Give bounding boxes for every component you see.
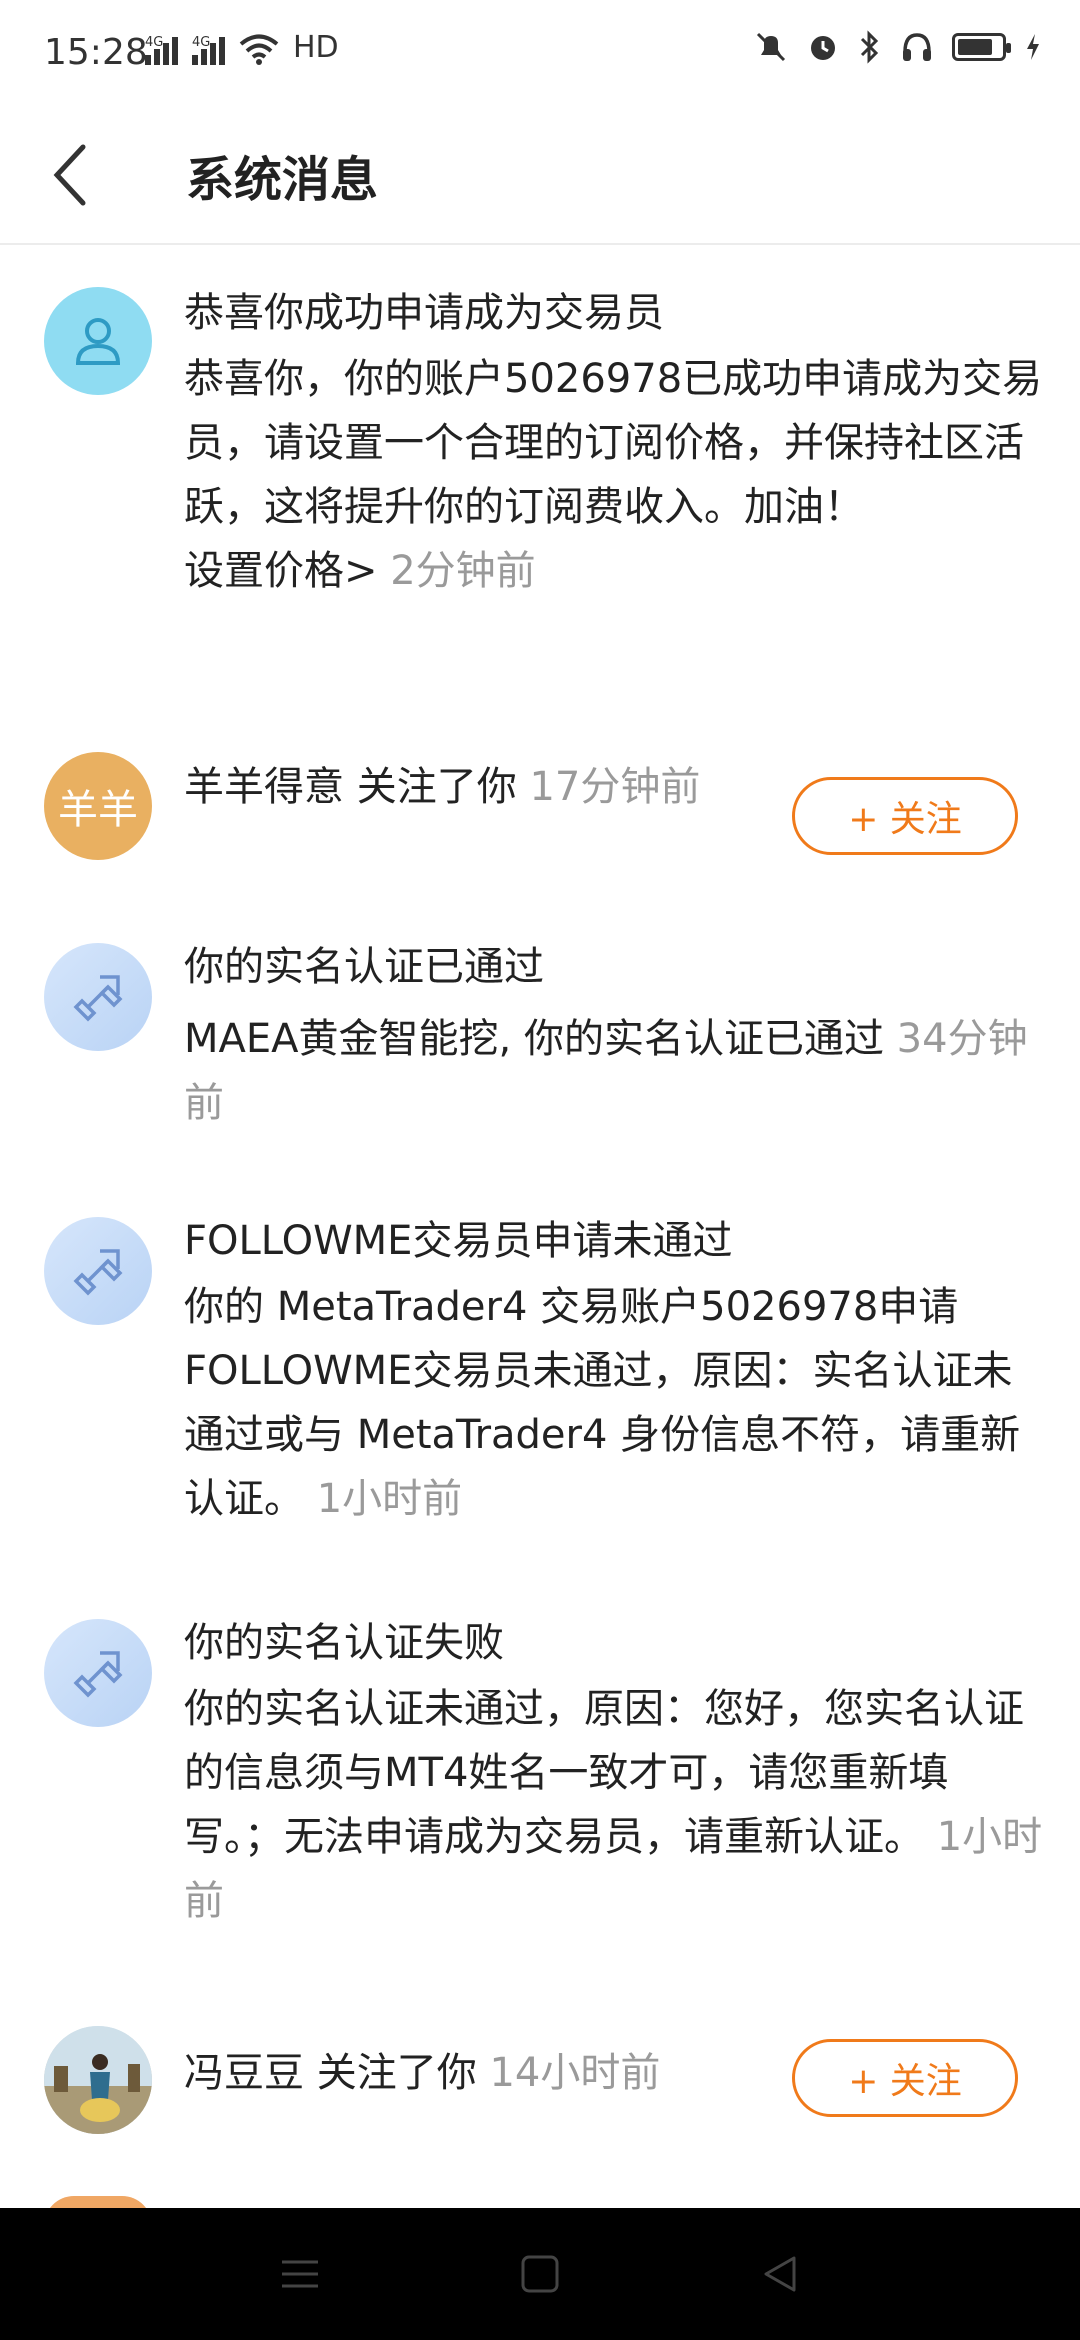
message-body: 你的 MetaTrader4 交易账户5026978申请FOLLOWME交易员未… bbox=[184, 1284, 1021, 1522]
hd-label: HD bbox=[293, 30, 339, 65]
alarm-icon bbox=[811, 36, 835, 60]
mute-icon bbox=[756, 32, 786, 62]
headphones-icon bbox=[903, 33, 931, 61]
status-bar: 15:28 4G 4G HD bbox=[0, 0, 1080, 110]
list-item[interactable]: 你的实名认证失败 你的实名认证未通过，原因：您好，您实名认证的信息须与MT4姓名… bbox=[0, 1619, 1080, 1924]
link-arrows-icon bbox=[73, 1249, 123, 1296]
avatar[interactable] bbox=[44, 2026, 152, 2134]
message-title: 你的实名认证失败 bbox=[184, 1620, 504, 1666]
message-body: 你的实名认证未通过，原因：您好，您实名认证的信息须与MT4姓名一致才可，请您重新… bbox=[184, 1686, 1024, 1860]
system-nav-bar bbox=[0, 2208, 1080, 2340]
avatar[interactable] bbox=[44, 943, 152, 1051]
message-time: 14小时前 bbox=[489, 2050, 661, 2096]
set-price-link[interactable]: 设置价格> bbox=[184, 548, 378, 594]
avatar[interactable] bbox=[44, 1619, 152, 1727]
list-item[interactable]: 羊羊 羊羊得意 关注了你 17分钟前 + 关注 bbox=[0, 747, 1080, 887]
link-arrows-icon bbox=[73, 1651, 123, 1698]
back-nav-button[interactable] bbox=[740, 2234, 820, 2314]
follow-button[interactable]: + 关注 bbox=[792, 2039, 1018, 2117]
chevron-left-icon bbox=[53, 144, 86, 206]
app-header: 系统消息 bbox=[0, 110, 1080, 245]
avatar[interactable] bbox=[44, 287, 152, 395]
battery-level bbox=[958, 39, 992, 55]
bluetooth-icon bbox=[860, 30, 879, 64]
follow-notice: 冯豆豆 关注了你 bbox=[184, 2050, 477, 2096]
message-body: 恭喜你，你的账户5026978已成功申请成为交易员，请设置一个合理的订阅价格，并… bbox=[184, 356, 1043, 530]
battery-icon bbox=[952, 33, 1011, 61]
home-square-icon bbox=[521, 2255, 559, 2293]
link-arrows-icon bbox=[73, 975, 123, 1022]
list-item[interactable]: FOLLOWME交易员申请未通过 你的 MetaTrader4 交易账户5026… bbox=[0, 1217, 1080, 1522]
status-time: 15:28 bbox=[44, 32, 148, 73]
message-title: FOLLOWME交易员申请未通过 bbox=[184, 1218, 733, 1264]
follow-notice: 羊羊得意 关注了你 bbox=[184, 764, 517, 810]
message-time: 17分钟前 bbox=[529, 764, 701, 810]
message-title: 恭喜你成功申请成为交易员 bbox=[184, 290, 664, 336]
list-item[interactable]: 恭喜你成功申请成为交易员 恭喜你，你的账户5026978已成功申请成为交易员，请… bbox=[0, 283, 1080, 743]
signal-icon: 4G bbox=[192, 35, 225, 65]
home-nav-button[interactable] bbox=[500, 2234, 580, 2314]
menu-icon bbox=[282, 2260, 318, 2288]
menu-nav-button[interactable] bbox=[260, 2234, 340, 2314]
message-time: 1小时前 bbox=[316, 1476, 463, 1522]
charging-icon bbox=[1027, 34, 1039, 60]
triangle-back-icon bbox=[764, 2256, 796, 2292]
photo-avatar bbox=[44, 2026, 152, 2134]
follow-button[interactable]: + 关注 bbox=[792, 777, 1018, 855]
signal-icon: 4G bbox=[145, 35, 178, 65]
avatar[interactable] bbox=[44, 1217, 152, 1325]
system-indicators bbox=[754, 30, 1042, 64]
message-title: 你的实名认证已通过 bbox=[184, 944, 544, 990]
network-indicators: 4G 4G HD bbox=[145, 30, 339, 65]
list-item[interactable]: 你的实名认证已通过 MAEA黄金智能挖, 你的实名认证已通过 34分钟前 bbox=[0, 943, 1080, 1126]
avatar[interactable]: 羊羊 bbox=[44, 752, 152, 860]
wifi-icon bbox=[239, 34, 279, 65]
user-icon bbox=[75, 318, 121, 365]
message-time: 2分钟前 bbox=[390, 548, 536, 594]
list-item[interactable]: 冯豆豆 关注了你 14小时前 + 关注 bbox=[0, 2023, 1080, 2163]
page-title: 系统消息 bbox=[186, 152, 379, 208]
back-button[interactable] bbox=[36, 130, 106, 220]
message-body: MAEA黄金智能挖, 你的实名认证已通过 bbox=[184, 1016, 884, 1062]
